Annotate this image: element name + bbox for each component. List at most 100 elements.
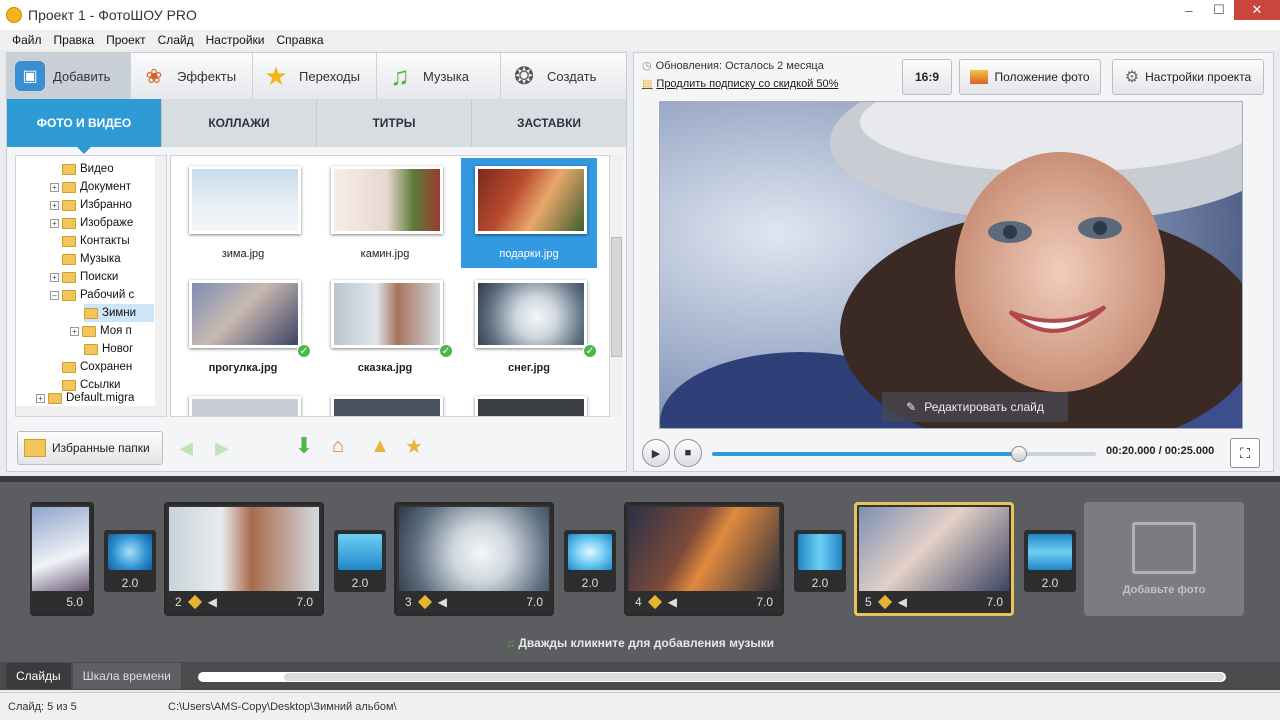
pencil-icon: ✎ bbox=[906, 400, 917, 414]
thumbnail-item[interactable] bbox=[317, 388, 453, 416]
slide-thumbnail[interactable]: 3 ◀ 7.0 bbox=[394, 502, 554, 616]
fullscreen-button[interactable]: ⛶ bbox=[1230, 438, 1260, 468]
tree-horizontal-scrollbar[interactable] bbox=[16, 406, 155, 416]
tree-item[interactable]: Видео bbox=[62, 160, 114, 178]
tree-item[interactable]: + Избранно bbox=[50, 196, 132, 214]
tab-intros[interactable]: ЗАСТАВКИ bbox=[472, 99, 626, 147]
project-path: C:\Users\AMS-Copy\Desktop\Зимний альбом\ bbox=[168, 700, 397, 713]
music-track-hint[interactable]: ♫ Дважды кликните для добавления музыки bbox=[0, 636, 1280, 650]
tree-item[interactable]: + Документ bbox=[50, 178, 131, 196]
tree-item[interactable]: Сохранен bbox=[62, 358, 132, 376]
window-title: Проект 1 - ФотоШОУ PRO bbox=[28, 7, 197, 23]
tree-item[interactable]: Музыка bbox=[62, 250, 121, 268]
edit-slide-button[interactable]: ✎ Редактировать слайд bbox=[882, 392, 1068, 422]
slide-preview: ✎ Редактировать слайд bbox=[659, 101, 1243, 429]
down-arrow-icon[interactable]: ⬇ bbox=[293, 433, 315, 458]
folder-tree: Видео + Документ + Избранно + Изображе Конт… bbox=[15, 155, 167, 417]
menu-edit[interactable]: Правка bbox=[54, 33, 95, 47]
palette-icon: ❀ bbox=[145, 65, 163, 88]
tab-slides[interactable]: Слайды bbox=[6, 663, 71, 689]
tree-item[interactable]: – Рабочий с bbox=[50, 286, 134, 304]
minimize-icon[interactable]: – bbox=[1174, 0, 1204, 20]
slide-thumbnail-selected[interactable]: 5 ◀ 7.0 bbox=[854, 502, 1014, 616]
stop-icon: ■ bbox=[684, 447, 692, 459]
tab-timeline[interactable]: Шкала времени bbox=[72, 663, 181, 689]
tree-item[interactable]: Контакты bbox=[62, 232, 130, 250]
music-note-icon: ♫ bbox=[390, 60, 410, 91]
thumbnail-item[interactable]: ✓ прогулка.jpg bbox=[175, 272, 311, 382]
transition-item[interactable]: 2.0 bbox=[104, 530, 156, 592]
play-button[interactable]: ▶ bbox=[642, 439, 670, 467]
edit-icon bbox=[417, 594, 432, 610]
fullscreen-icon: ⛶ bbox=[1240, 444, 1250, 461]
menu-settings[interactable]: Настройки bbox=[206, 33, 265, 47]
thumbnail-item[interactable]: зима.jpg bbox=[175, 158, 311, 268]
aspect-ratio-button[interactable]: 16:9 bbox=[902, 59, 952, 95]
sound-icon: ◀ bbox=[437, 595, 447, 609]
home-icon[interactable]: ⌂ bbox=[327, 435, 349, 457]
favorite-folders-button[interactable]: Избранные папки bbox=[17, 431, 163, 465]
slide-counter: Слайд: 5 из 5 bbox=[8, 700, 77, 713]
stop-button[interactable]: ■ bbox=[674, 439, 702, 467]
tab-create[interactable]: ❂ Создать bbox=[501, 53, 626, 99]
tree-item[interactable]: + Моя п bbox=[70, 322, 132, 340]
music-note-icon: ♫ bbox=[506, 636, 516, 650]
add-photo-placeholder[interactable]: Добавьте фото bbox=[1084, 502, 1244, 616]
folder-star-add-icon[interactable]: ★ bbox=[403, 435, 425, 458]
menu-project[interactable]: Проект bbox=[106, 33, 146, 47]
slide-thumbnail[interactable]: 4 ◀ 7.0 bbox=[624, 502, 784, 616]
menu-slide[interactable]: Слайд bbox=[158, 33, 194, 47]
thumbnail-item[interactable] bbox=[175, 388, 311, 416]
transition-item[interactable]: 2.0 bbox=[794, 530, 846, 592]
transition-item[interactable]: 2.0 bbox=[1024, 530, 1076, 592]
photo-position-button[interactable]: Положение фото bbox=[959, 59, 1101, 95]
tab-add[interactable]: ▣ Добавить bbox=[7, 53, 131, 99]
thumbnail-item[interactable]: ✓ снег.jpg bbox=[461, 272, 597, 382]
thumbnail-image bbox=[331, 396, 443, 416]
thumbnail-image bbox=[475, 280, 587, 348]
thumbnail-grid: зима.jpg камин.jpg подарки.jpg ✓ прогулк… bbox=[170, 155, 610, 417]
thumbnail-item[interactable]: камин.jpg bbox=[317, 158, 453, 268]
gear-icon: ⚙ bbox=[1124, 69, 1140, 86]
seek-handle[interactable] bbox=[1011, 446, 1028, 462]
tab-titles[interactable]: ТИТРЫ bbox=[317, 99, 472, 147]
slide-thumbnail[interactable]: 2 ◀ 7.0 bbox=[164, 502, 324, 616]
thumbnail-image bbox=[189, 280, 301, 348]
tree-vertical-scrollbar[interactable] bbox=[155, 156, 166, 416]
slide-thumbnail[interactable]: 5.0 bbox=[30, 502, 94, 616]
transition-item[interactable]: 2.0 bbox=[564, 530, 616, 592]
thumbnail-item[interactable]: ✓ сказка.jpg bbox=[317, 272, 453, 382]
tree-item-selected[interactable]: Зимни bbox=[84, 304, 154, 322]
thumbnail-item[interactable] bbox=[461, 388, 597, 416]
folder-up-icon[interactable]: ▲ bbox=[369, 435, 391, 457]
window-controls: – ☐ ✕ bbox=[1174, 0, 1280, 22]
thumbnail-scrollbar[interactable] bbox=[610, 155, 623, 417]
project-settings-button[interactable]: ⚙ Настройки проекта bbox=[1112, 59, 1264, 95]
maximize-icon[interactable]: ☐ bbox=[1204, 0, 1234, 20]
renew-subscription-link[interactable]: ▤ Продлить подписку со скидкой 50% bbox=[642, 75, 882, 93]
tree-item[interactable]: + Default.migra bbox=[36, 392, 134, 404]
sub-tabs: ФОТО И ВИДЕО КОЛЛАЖИ ТИТРЫ ЗАСТАВКИ bbox=[7, 99, 626, 154]
thumbnail-item-selected[interactable]: подарки.jpg bbox=[461, 158, 597, 268]
sound-icon: ◀ bbox=[667, 595, 677, 609]
tree-item[interactable]: + Поиски bbox=[50, 268, 118, 286]
tab-music[interactable]: ♫ Музыка bbox=[377, 53, 501, 99]
tree-item[interactable]: Новог bbox=[84, 340, 133, 358]
seek-progress bbox=[712, 452, 1020, 456]
sound-icon: ◀ bbox=[207, 595, 217, 609]
forward-icon[interactable]: ▶ bbox=[211, 437, 233, 459]
tab-effects[interactable]: ❀ Эффекты bbox=[131, 53, 253, 99]
timecode: 00:20.000 / 00:25.000 bbox=[1106, 445, 1215, 457]
cart-icon: ▤ bbox=[642, 78, 653, 90]
thumbnail-image bbox=[475, 166, 587, 234]
tab-transitions[interactable]: ★ Переходы bbox=[253, 53, 377, 99]
tab-photo-video[interactable]: ФОТО И ВИДЕО bbox=[7, 99, 162, 154]
back-icon[interactable]: ◀ bbox=[175, 437, 197, 459]
filmstrip-scrollbar[interactable] bbox=[198, 672, 1226, 682]
menu-file[interactable]: Файл bbox=[12, 33, 42, 47]
tree-item[interactable]: + Изображе bbox=[50, 214, 133, 232]
menu-help[interactable]: Справка bbox=[276, 33, 323, 47]
tab-collages[interactable]: КОЛЛАЖИ bbox=[162, 99, 317, 147]
transition-item[interactable]: 2.0 bbox=[334, 530, 386, 592]
close-icon[interactable]: ✕ bbox=[1234, 0, 1280, 20]
